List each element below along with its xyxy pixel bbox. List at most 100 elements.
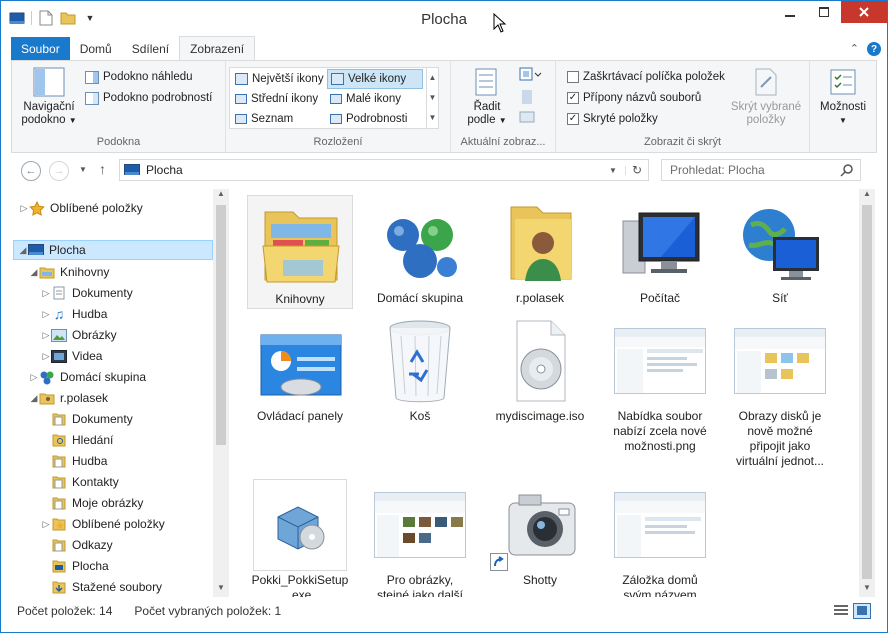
expand-arrow-icon[interactable]: ▷ <box>41 330 51 341</box>
nav-pane-scrollbar[interactable]: ▲ ▼ <box>213 189 229 597</box>
tree-item-kontakty[interactable]: Kontakty <box>41 472 119 492</box>
file-item-pocitac[interactable]: Počítač <box>607 195 713 306</box>
tab-zobrazeni[interactable]: Zobrazení <box>179 36 256 60</box>
tab-domu[interactable]: Domů <box>70 37 122 60</box>
tree-item-oblibene[interactable]: ▷ Oblíbené položky <box>19 198 143 218</box>
scroll-up-icon[interactable]: ▲ <box>859 189 875 203</box>
file-item-pokki[interactable]: Pokki_PokkiSetup .exe <box>247 477 353 597</box>
file-item-nabidka-png[interactable]: Nabídka soubor nabízí zcela nové možnost… <box>607 313 713 454</box>
file-item-pro-obrazky[interactable]: Pro obrázky, stejné jako další <box>367 477 473 597</box>
scroll-up-icon[interactable]: ▲ <box>213 189 229 203</box>
pictures-icon <box>51 328 67 342</box>
tab-soubor[interactable]: Soubor <box>11 37 70 60</box>
tree-item-dokumenty[interactable]: ▷ Dokumenty <box>41 283 133 303</box>
expand-arrow-icon[interactable]: ▷ <box>29 372 39 383</box>
tree-item-stazene[interactable]: Stažené soubory <box>41 577 162 597</box>
file-item-ovladaci-panely[interactable]: Ovládací panely <box>247 313 353 424</box>
hide-selected-button[interactable]: Skrýt vybrané položky <box>726 67 806 127</box>
sort-by-button[interactable]: Řadit podle ▼ <box>461 67 513 127</box>
details-pane-button[interactable]: Podokno podrobností <box>82 88 215 108</box>
tree-item-obrazky[interactable]: ▷ Obrázky <box>41 325 117 345</box>
scroll-down-icon[interactable]: ▼ <box>859 583 875 597</box>
checkbox-checked[interactable]: ✓ <box>567 113 579 125</box>
file-item-zalozka-domu[interactable]: Záložka domů svým názvem <box>607 477 713 597</box>
preview-pane-button[interactable]: Podokno náhledu <box>82 67 196 87</box>
tree-item-knihovny[interactable]: ◢ Knihovny <box>29 262 110 282</box>
file-item-obrazy-disku[interactable]: Obrazy disků je nově možné připojit jako… <box>727 313 833 469</box>
hidden-items-toggle[interactable]: ✓ Skryté položky <box>564 109 661 129</box>
file-item-domaci-skupina[interactable]: Domácí skupina <box>367 195 473 306</box>
file-item-knihovny[interactable]: Knihovny <box>247 195 353 309</box>
tree-item-user[interactable]: ◢ r.polasek <box>29 388 109 408</box>
file-item-iso[interactable]: mydiscimage.iso <box>487 313 593 424</box>
tree-item-hledani[interactable]: Hledání <box>41 430 113 450</box>
details-view-icon[interactable] <box>833 603 849 617</box>
tree-item-user-oblibene[interactable]: ▷ Oblíbené položky <box>41 514 165 534</box>
checkbox-unchecked[interactable] <box>567 71 579 83</box>
recent-locations-icon[interactable]: ▼ <box>79 165 87 174</box>
size-columns-icon[interactable] <box>519 109 535 128</box>
checkbox-label: Přípony názvů souborů <box>583 92 702 104</box>
add-columns-icon[interactable] <box>519 89 535 108</box>
layout-extra-large-icons[interactable]: Největší ikony <box>232 69 327 89</box>
expand-arrow-icon[interactable]: ▷ <box>41 351 51 362</box>
expand-arrow-icon[interactable]: ▷ <box>19 203 29 214</box>
tree-item-plocha[interactable]: ◢ Plocha <box>13 240 213 260</box>
close-button[interactable] <box>841 1 887 23</box>
back-button[interactable]: ← <box>21 161 41 181</box>
tree-item-hudba[interactable]: ▷ ♫ Hudba <box>41 304 108 324</box>
up-button[interactable]: ↑ <box>99 161 106 177</box>
content-scrollbar[interactable]: ▲ ▼ <box>859 189 875 597</box>
tree-item-odkazy[interactable]: Odkazy <box>41 535 113 555</box>
layout-details[interactable]: Podrobnosti <box>327 109 410 129</box>
layout-large-icons[interactable]: Velké ikony <box>327 69 423 89</box>
layout-gallery-scroll[interactable]: ▲ ▼ ▼ <box>426 68 438 128</box>
expand-arrow-icon[interactable]: ▷ <box>41 288 51 299</box>
file-item-label: Obrazy disků je <box>738 409 822 423</box>
address-bar[interactable]: Plocha ▼ ↻ <box>119 159 649 181</box>
links-folder-icon <box>51 538 67 552</box>
layout-small-icons[interactable]: Malé ikony <box>327 89 404 109</box>
layout-medium-icons[interactable]: Střední ikony <box>232 89 321 109</box>
expand-arrow-icon[interactable]: ▷ <box>41 519 51 530</box>
tree-label: Plocha <box>49 243 86 257</box>
group-by-icon[interactable] <box>519 67 543 86</box>
tree-item-moje-obrazky[interactable]: Moje obrázky <box>41 493 143 513</box>
help-icon[interactable]: ? <box>867 42 881 56</box>
collapse-arrow-icon[interactable]: ◢ <box>29 267 39 278</box>
tree-item-user-hudba[interactable]: Hudba <box>41 451 107 471</box>
checkbox-checked[interactable]: ✓ <box>567 92 579 104</box>
tree-item-user-dokumenty[interactable]: Dokumenty <box>41 409 133 429</box>
options-button[interactable]: Možnosti ▼ <box>814 67 872 127</box>
file-item-shotty[interactable]: Shotty <box>487 477 593 588</box>
nav-pane-scroll-thumb[interactable] <box>216 205 226 445</box>
window-title: Plocha <box>421 11 467 28</box>
layout-list[interactable]: Seznam <box>232 109 296 129</box>
tab-sdileni[interactable]: Sdílení <box>122 37 179 60</box>
collapse-arrow-icon[interactable]: ◢ <box>18 245 28 256</box>
file-item-user[interactable]: r.polasek <box>487 195 593 306</box>
large-icons-view-icon[interactable] <box>853 603 871 619</box>
tree-item-videa[interactable]: ▷ Videa <box>41 346 103 366</box>
minimize-button[interactable] <box>773 1 807 23</box>
tree-item-domaci-skupina[interactable]: ▷ Domácí skupina <box>29 367 146 387</box>
maximize-button[interactable] <box>807 1 841 23</box>
scroll-down-icon[interactable]: ▼ <box>213 583 229 597</box>
file-item-kos[interactable]: Koš <box>367 313 473 424</box>
file-extensions-toggle[interactable]: ✓ Přípony názvů souborů <box>564 88 704 108</box>
navigation-pane-button[interactable]: Navigační podokno ▼ <box>18 67 80 127</box>
minimize-ribbon-icon[interactable]: ⌃ <box>850 42 859 56</box>
expand-arrow-icon[interactable]: ▷ <box>41 309 51 320</box>
tree-label: Oblíbené položky <box>50 201 143 215</box>
layout-label: Podrobnosti <box>346 113 408 125</box>
address-dropdown-icon[interactable]: ▼ <box>601 165 626 175</box>
collapse-arrow-icon[interactable]: ◢ <box>29 393 39 404</box>
checkbox-label: Zaškrtávací políčka položek <box>583 71 725 83</box>
file-item-sit[interactable]: Síť <box>727 195 833 306</box>
content-scroll-thumb[interactable] <box>862 205 872 579</box>
tree-item-user-plocha[interactable]: Plocha <box>41 556 109 576</box>
forward-button[interactable]: → <box>49 161 69 181</box>
search-input[interactable]: Prohledat: Plocha <box>661 159 861 181</box>
item-checkboxes-toggle[interactable]: Zaškrtávací políčka položek <box>564 67 728 87</box>
refresh-icon[interactable]: ↻ <box>626 163 648 177</box>
